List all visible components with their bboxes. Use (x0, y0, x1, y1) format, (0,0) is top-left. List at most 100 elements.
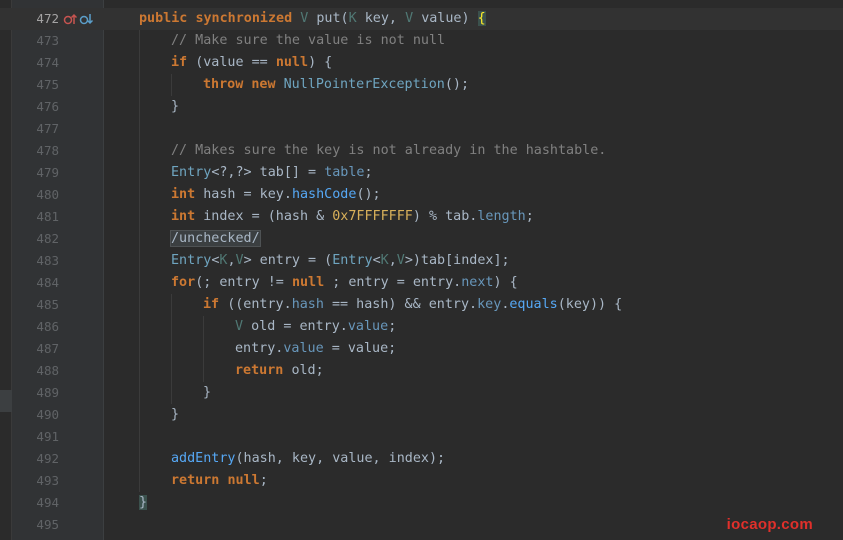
code-token: value (347, 319, 389, 334)
code-token: Entry (171, 165, 212, 180)
line-number[interactable]: 484 (12, 272, 59, 294)
code-line[interactable]: 482/unchecked/ (0, 228, 843, 250)
code-line[interactable]: 483 Entry<K,V> entry = (Entry<K,V>)tab[in… (0, 250, 843, 272)
line-number[interactable]: 476 (12, 96, 59, 118)
line-number[interactable]: 492 (12, 448, 59, 470)
code-line[interactable]: 473 // Make sure the value is not null (0, 30, 843, 52)
line-number[interactable]: 475 (12, 74, 59, 96)
code-line[interactable]: 487 entry.value = value; (0, 338, 843, 360)
code-text[interactable]: /unchecked/ (170, 228, 261, 250)
code-line[interactable]: 480 int hash = key.hashCode(); (0, 184, 843, 206)
code-token: next (461, 275, 494, 290)
code-editor[interactable]: 472 public synchronized V put(K key, V va… (0, 0, 843, 540)
line-number[interactable]: 494 (12, 492, 59, 514)
code-token: Entry (332, 253, 373, 268)
gutter-icons (63, 12, 94, 26)
code-token: return (235, 363, 292, 378)
code-text[interactable]: for(; entry != null ; entry = entry.next… (171, 272, 518, 294)
code-text[interactable]: } (203, 382, 211, 404)
code-token: throw (203, 77, 252, 92)
code-token: table (324, 165, 365, 180)
code-token: if (203, 297, 228, 312)
implemented-down-icon[interactable] (79, 12, 94, 26)
line-number[interactable]: 473 (12, 30, 59, 52)
code-line[interactable]: 474 if (value == null) { (0, 52, 843, 74)
code-token: } (203, 385, 212, 400)
line-number[interactable]: 479 (12, 162, 59, 184)
code-text[interactable]: throw new NullPointerException(); (203, 74, 469, 96)
line-number[interactable]: 488 (12, 360, 59, 382)
code-token: hashCode (291, 187, 357, 202)
code-line[interactable]: 479 Entry<?,?> tab[] = table; (0, 162, 843, 184)
code-line[interactable]: 485 if ((entry.hash == hash) && entry.key… (0, 294, 843, 316)
code-line[interactable]: 486 V old = entry.value; (0, 316, 843, 338)
code-token: , (388, 253, 397, 268)
code-token: put( (316, 11, 349, 26)
code-text[interactable]: Entry<K,V> entry = (Entry<K,V>)tab[index… (171, 250, 510, 272)
code-token: } (171, 99, 180, 114)
indent-guide (171, 74, 172, 96)
line-number[interactable]: 474 (12, 52, 59, 74)
code-token: ; (388, 319, 397, 334)
code-token: ) { (308, 55, 333, 70)
line-number[interactable]: 487 (12, 338, 59, 360)
line-number[interactable]: 491 (12, 426, 59, 448)
code-text[interactable]: int index = (hash & 0x7FFFFFFF) % tab.le… (171, 206, 534, 228)
line-number[interactable]: 481 (12, 206, 59, 228)
code-text[interactable]: // Makes sure the key is not already in … (171, 140, 606, 162)
code-text[interactable]: return null; (171, 470, 268, 492)
line-number[interactable]: 485 (12, 294, 59, 316)
line-number[interactable]: 489 (12, 382, 59, 404)
code-line[interactable]: 491 (0, 426, 843, 448)
code-token: Entry (171, 253, 212, 268)
code-text[interactable]: public synchronized V put(K key, V value… (139, 8, 486, 30)
code-text[interactable]: if ((entry.hash == hash) && entry.key.eq… (203, 294, 622, 316)
code-line[interactable]: 476} (0, 96, 843, 118)
code-token: = value; (323, 341, 397, 356)
line-number[interactable]: 486 (12, 316, 59, 338)
line-number[interactable]: 472 (12, 8, 59, 30)
code-text[interactable]: int hash = key.hashCode(); (171, 184, 381, 206)
override-up-icon[interactable] (63, 12, 78, 26)
line-number[interactable]: 477 (12, 118, 59, 140)
code-line[interactable]: 488 return old; (0, 360, 843, 382)
line-number[interactable]: 490 (12, 404, 59, 426)
code-text[interactable]: } (171, 404, 179, 426)
indent-guide (139, 30, 140, 492)
code-line[interactable]: 495 (0, 514, 843, 536)
line-number[interactable]: 493 (12, 470, 59, 492)
code-text[interactable]: entry.value = value; (235, 338, 396, 360)
line-number[interactable]: 483 (12, 250, 59, 272)
code-line[interactable]: 478 // Makes sure the key is not already … (0, 140, 843, 162)
code-line[interactable]: 489} (0, 382, 843, 404)
code-token: V (300, 11, 317, 26)
code-line[interactable]: 492 addEntry(hash, key, value, index); (0, 448, 843, 470)
code-text[interactable]: V old = entry.value; (235, 316, 396, 338)
code-token: value) (421, 11, 478, 26)
code-token: V (235, 319, 252, 334)
code-line[interactable]: 493 return null; (0, 470, 843, 492)
code-line[interactable]: 481 int index = (hash & 0x7FFFFFFF) % tab… (0, 206, 843, 228)
code-line[interactable]: 494} (0, 492, 843, 514)
line-number[interactable]: 478 (12, 140, 59, 162)
code-text[interactable]: if (value == null) { (171, 52, 332, 74)
line-number[interactable]: 482 (12, 228, 59, 250)
code-text[interactable]: return old; (235, 360, 324, 382)
code-text[interactable]: Entry<?,?> tab[] = table; (171, 162, 373, 184)
code-token: // Make sure the value is not null (171, 33, 446, 48)
code-text[interactable]: } (171, 96, 179, 118)
code-text[interactable]: // Make sure the value is not null (171, 30, 445, 52)
code-line[interactable]: 490} (0, 404, 843, 426)
code-line[interactable]: 484 for(; entry != null ; entry = entry.n… (0, 272, 843, 294)
code-token: public (139, 11, 196, 26)
code-line[interactable]: 472 public synchronized V put(K key, V va… (0, 8, 843, 30)
code-line[interactable]: 475 throw new NullPointerException(); (0, 74, 843, 96)
code-token: 0x7FFFFFFF (332, 209, 413, 224)
code-text[interactable]: } (139, 492, 148, 514)
code-text[interactable]: addEntry(hash, key, value, index); (171, 448, 445, 470)
code-token: V (405, 11, 422, 26)
line-number[interactable]: 495 (12, 514, 59, 536)
line-number[interactable]: 480 (12, 184, 59, 206)
code-token: old; (291, 363, 324, 378)
code-line[interactable]: 477 (0, 118, 843, 140)
